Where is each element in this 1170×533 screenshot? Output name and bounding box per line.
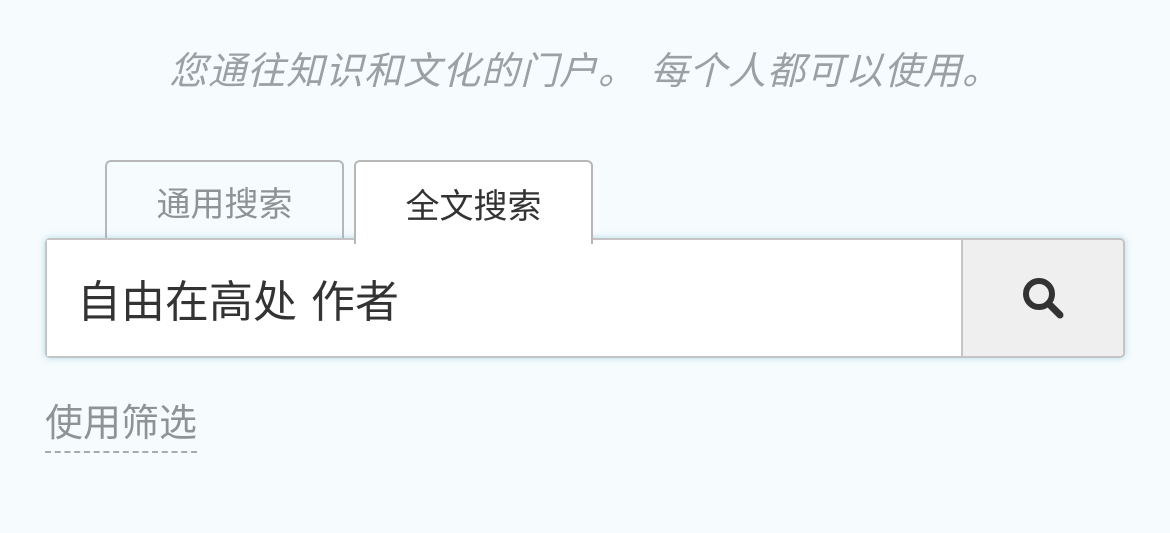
search-box — [45, 238, 1125, 358]
search-input[interactable] — [47, 240, 961, 356]
tab-full-text-search[interactable]: 全文搜索 — [354, 160, 593, 244]
search-page: 您通往知识和文化的门户。 每个人都可以使用。 通用搜索 全文搜索 使用筛选 — [0, 0, 1170, 533]
search-button[interactable] — [961, 240, 1123, 356]
tagline: 您通往知识和文化的门户。 每个人都可以使用。 — [168, 49, 1002, 93]
use-filters-link[interactable]: 使用筛选 — [45, 392, 198, 453]
tab-general-search[interactable]: 通用搜索 — [105, 160, 344, 240]
search-icon — [1023, 278, 1064, 319]
search-tabs: 通用搜索 全文搜索 — [105, 160, 593, 244]
